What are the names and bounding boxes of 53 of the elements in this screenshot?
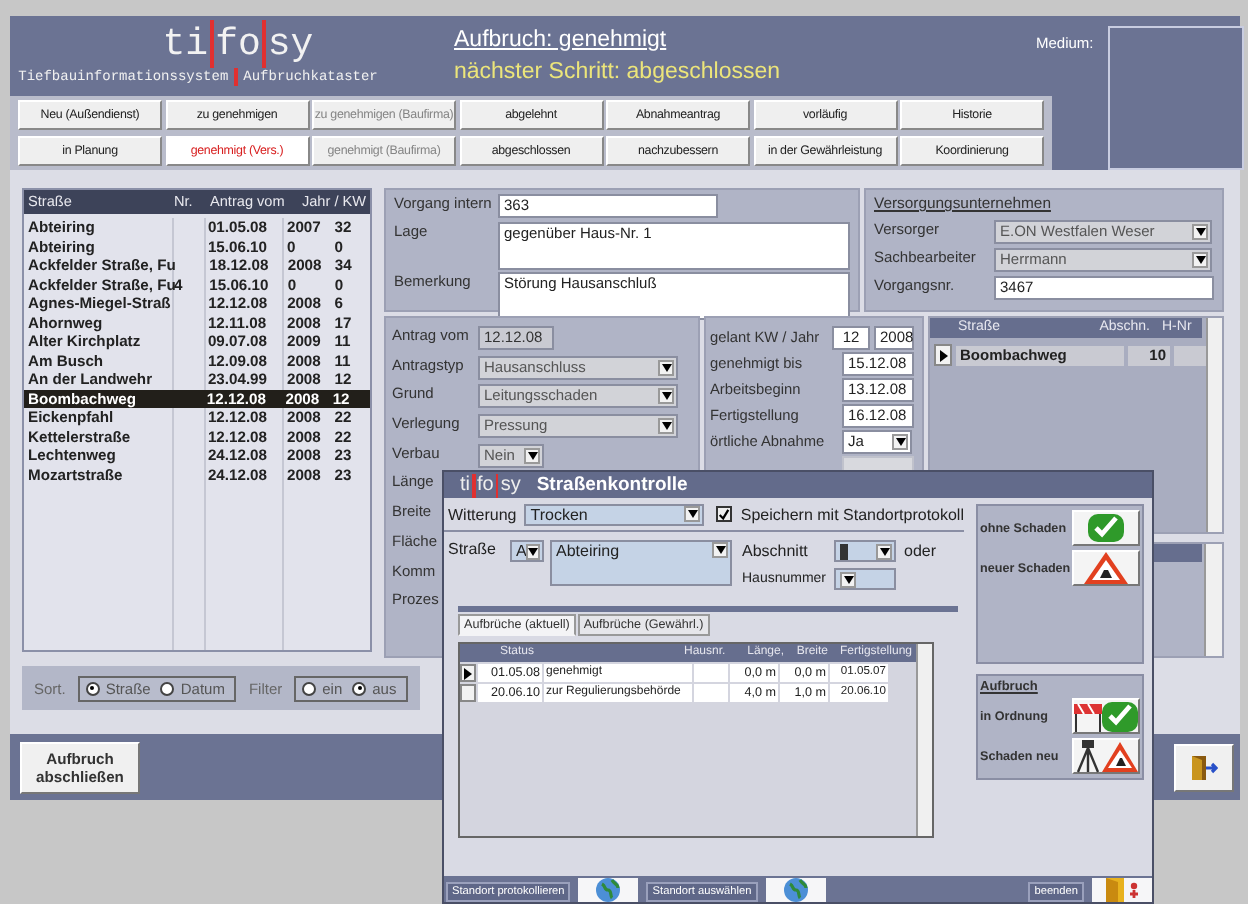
tripod-warning-icon [1072, 738, 1140, 774]
row-pointer-icon [464, 667, 472, 679]
dropdown-arrow-icon [1195, 228, 1205, 236]
or-label: oder [904, 542, 937, 560]
scrollbar[interactable] [916, 644, 932, 836]
dropdown-arrow-icon [528, 547, 539, 555]
dropdown-arrow-icon [661, 422, 671, 431]
status-title: Aufbruch: genehmigt [454, 26, 669, 56]
warning-sign-icon [1082, 550, 1130, 586]
window-title: Straßenkontrolle [536, 474, 688, 496]
dropdown-arrow-icon [687, 510, 698, 518]
dropdown[interactable]: A [510, 540, 544, 562]
globe-icon [779, 878, 812, 902]
radio-button[interactable] [85, 681, 100, 695]
scrollbar[interactable] [1204, 544, 1222, 656]
dropdown-value: A [516, 542, 527, 560]
exit-door-icon [1190, 753, 1218, 781]
exit-button[interactable] [1174, 743, 1234, 791]
field-label: Abschnitt [742, 542, 810, 560]
door-icon [1100, 878, 1144, 902]
radio-button[interactable] [352, 681, 367, 695]
dropdown[interactable] [834, 540, 896, 562]
checkbox-label: Speichern mit Standortprotokoll [740, 505, 964, 523]
dropdown-arrow-icon [661, 363, 671, 372]
dropdown-arrow-icon [661, 392, 671, 401]
field-label: Witterung [448, 505, 517, 523]
list-item[interactable]: Abteiring [556, 542, 620, 560]
checkbox[interactable] [716, 506, 733, 522]
dropdown-arrow-icon [843, 575, 853, 583]
globe-icon [592, 878, 625, 902]
dropdown-arrow-icon [895, 438, 905, 446]
row-selector[interactable] [934, 344, 952, 366]
radio-button[interactable] [302, 681, 317, 695]
icon-button[interactable] [1072, 698, 1140, 734]
scrollbar[interactable] [1206, 318, 1222, 533]
icon-button[interactable] [1072, 550, 1140, 586]
barrier-check-icon [1072, 698, 1140, 734]
list-box[interactable]: Abteiring [550, 540, 732, 586]
dropdown[interactable] [834, 568, 896, 590]
field-label: Straße [448, 540, 499, 558]
next-step-text: nächster Schritt: abgeschlossen [454, 58, 781, 88]
row-selector[interactable] [460, 664, 476, 682]
dropdown-arrow-icon [1195, 256, 1205, 264]
dropdown-arrow-icon [879, 547, 889, 555]
icon-button[interactable] [1072, 738, 1140, 774]
dropdown-arrow-icon [715, 546, 725, 554]
row-pointer-icon [939, 349, 947, 361]
logo: ti fo sy [162, 20, 314, 68]
dropdown-arrow-icon [527, 451, 537, 460]
dropdown[interactable]: Trocken [524, 503, 705, 525]
radio-button[interactable] [160, 681, 175, 695]
logo: ti fo sy [460, 473, 521, 497]
dropdown-value: Trocken [530, 505, 588, 523]
